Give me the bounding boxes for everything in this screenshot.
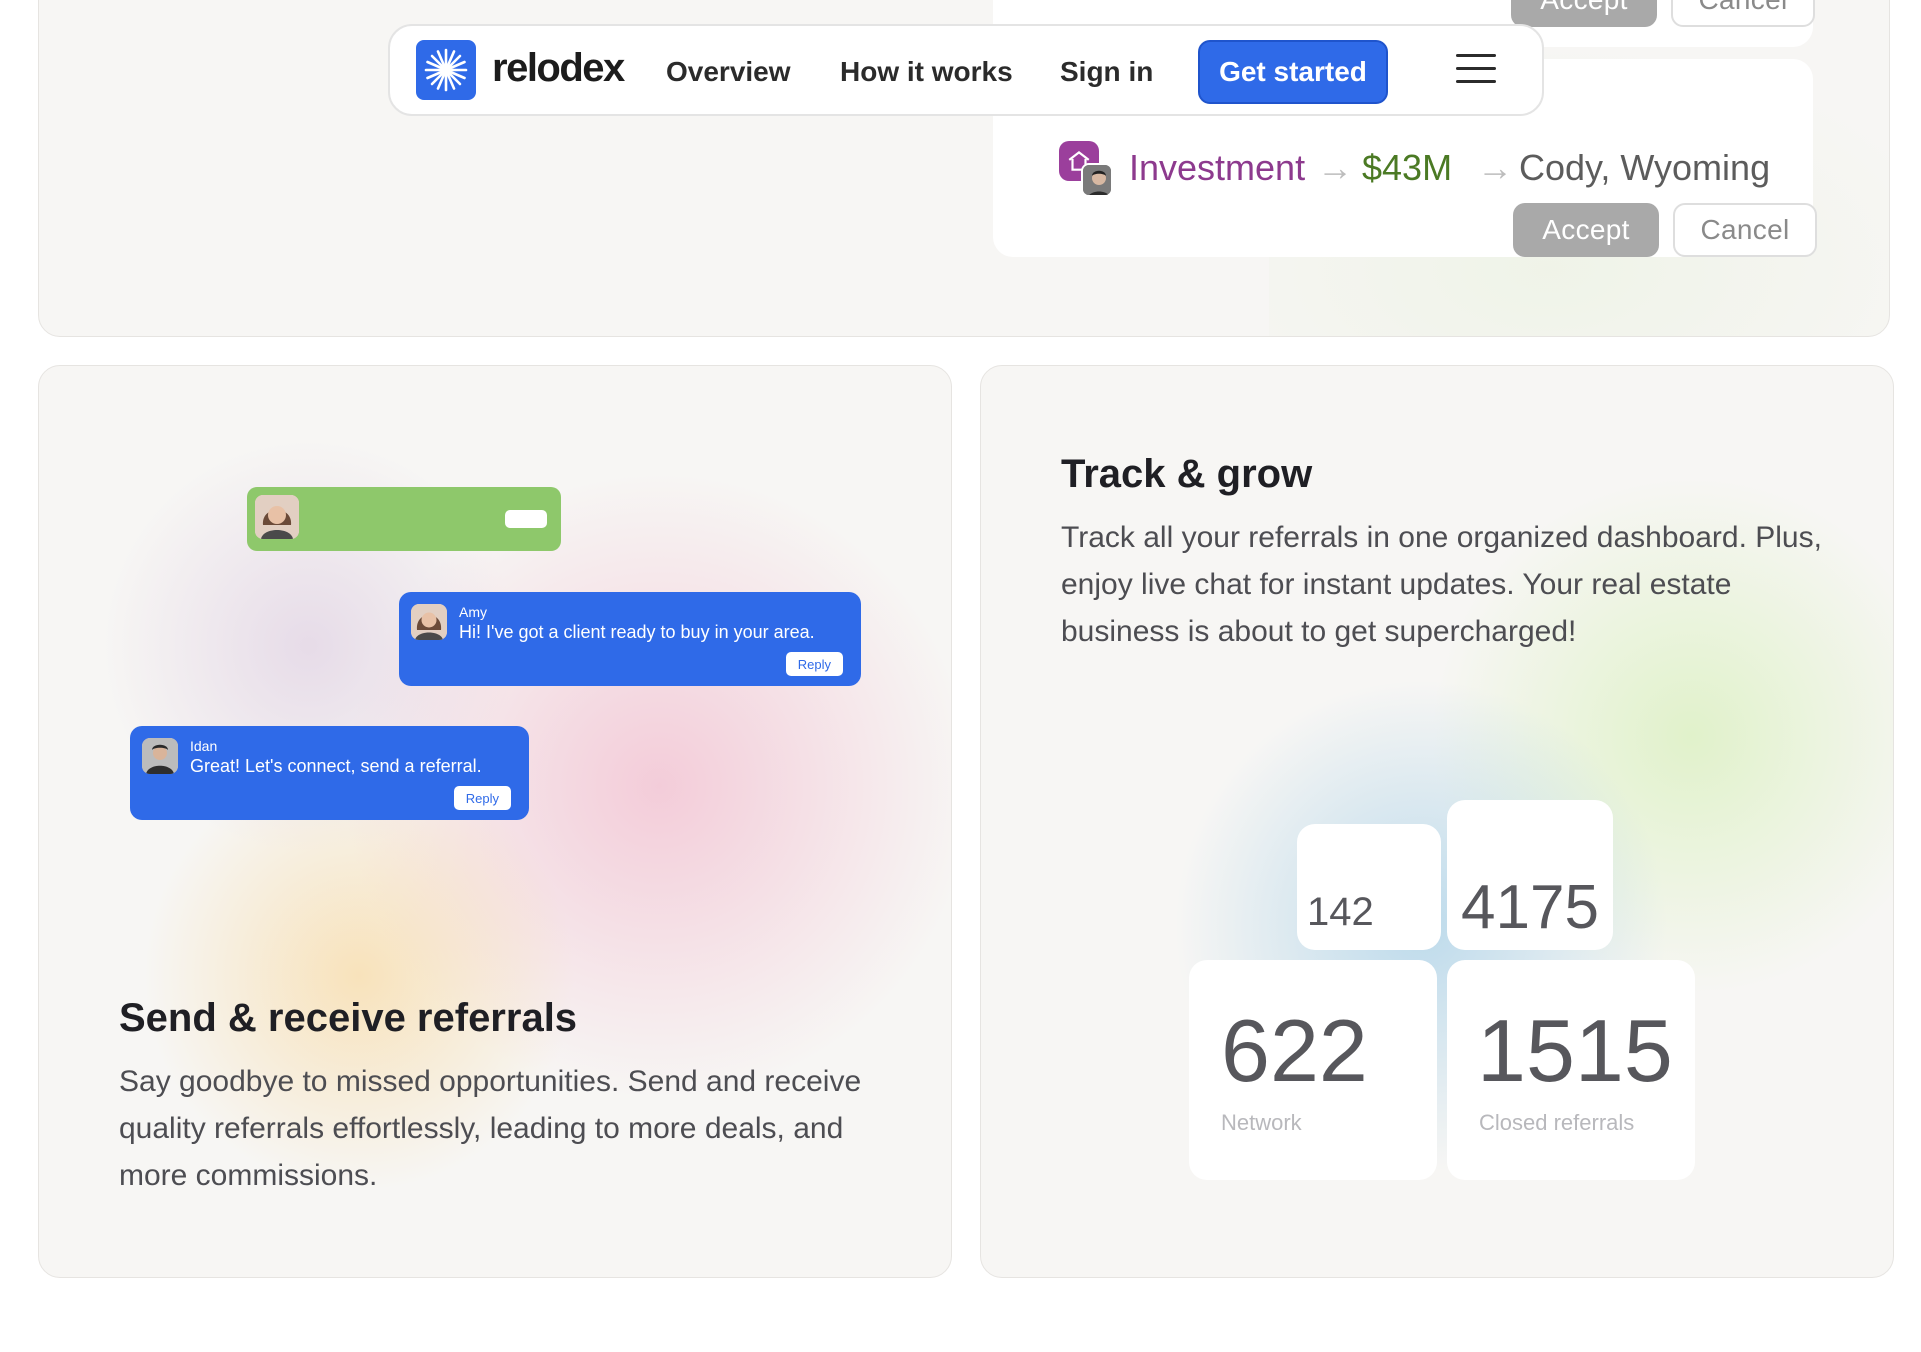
reply-button[interactable]: Reply — [785, 652, 843, 676]
avatar — [142, 738, 178, 774]
stat-label: Closed referrals — [1479, 1110, 1635, 1135]
stat-label: Network — [1221, 1110, 1302, 1135]
section-description: Say goodbye to missed opportunities. Sen… — [119, 1065, 862, 1192]
sender-name: Idan — [190, 738, 218, 754]
stat-tile-network: 622 Network — [1189, 960, 1437, 1180]
message-text: Hi! I've got a client ready to buy in yo… — [459, 622, 815, 642]
section-title: Track & grow — [1061, 452, 1313, 496]
arrow-right-icon: → — [1317, 147, 1353, 188]
hamburger-menu-icon[interactable] — [1456, 54, 1496, 86]
cancel-button[interactable]: Cancel — [1673, 203, 1817, 257]
stat-value: 1515 — [1477, 1001, 1673, 1100]
agent-avatar — [1081, 163, 1113, 197]
arrow-right-icon: → — [1477, 147, 1513, 188]
accept-button[interactable]: Accept — [1511, 0, 1657, 27]
nav-link-overview[interactable]: Overview — [666, 56, 791, 88]
stat-value: 4175 — [1461, 873, 1599, 942]
avatar — [411, 604, 447, 640]
brand-wordmark[interactable]: relodex — [492, 46, 625, 91]
accept-button[interactable]: Accept — [1513, 203, 1659, 257]
stat-value: 142 — [1307, 890, 1374, 934]
reply-button[interactable]: Reply — [453, 786, 511, 810]
avatar — [255, 495, 299, 539]
sender-name: Amy — [459, 604, 487, 620]
asterisk-burst-icon[interactable] — [416, 40, 476, 100]
message-text: Great! Let's connect, send a referral. — [190, 756, 482, 776]
stat-value: 622 — [1221, 1001, 1368, 1100]
track-grow-card: Track & grow Track all your referrals in… — [980, 365, 1894, 1278]
section-description: Track all your referrals in one organize… — [1061, 521, 1822, 648]
referral-location: Cody, Wyoming — [1519, 147, 1771, 188]
nav-link-how-it-works[interactable]: How it works — [840, 56, 1013, 88]
status-pill — [505, 510, 547, 528]
stat-tile-closed-referrals: 1515 Closed referrals — [1447, 960, 1695, 1180]
nav-link-sign-in[interactable]: Sign in — [1060, 56, 1153, 88]
section-title: Send & receive referrals — [119, 996, 578, 1040]
get-started-button[interactable]: Get started — [1198, 40, 1388, 104]
chat-message-idan: Idan Great! Let's connect, send a referr… — [130, 726, 529, 820]
referral-type: Investment — [1129, 147, 1306, 188]
chat-message-amy: Amy Hi! I've got a client ready to buy i… — [399, 592, 861, 686]
stat-tile: 4175 — [1447, 800, 1613, 950]
cancel-button[interactable]: Cancel — [1671, 0, 1815, 27]
notification-bar — [247, 487, 561, 551]
send-receive-card: Amy Hi! I've got a client ready to buy i… — [38, 365, 952, 1278]
referral-amount: $43M — [1362, 147, 1453, 188]
stat-tile: 142 — [1297, 824, 1441, 950]
top-navbar: relodex Overview How it works Sign in Ge… — [388, 24, 1544, 116]
referral-avatar-group — [1059, 141, 1115, 197]
